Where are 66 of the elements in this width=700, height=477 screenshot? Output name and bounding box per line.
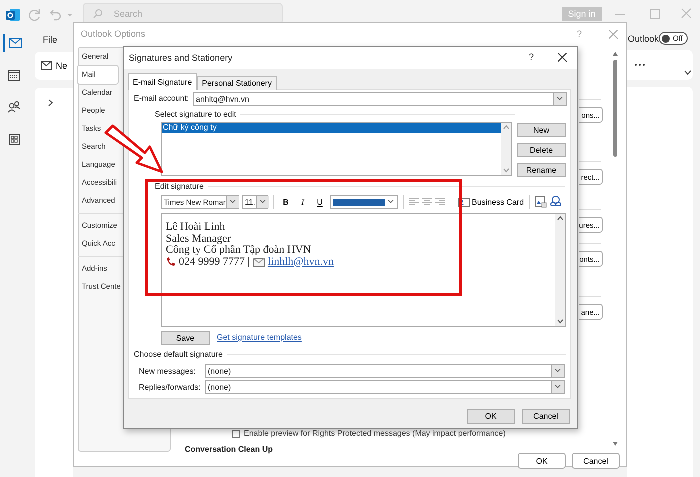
people-icon[interactable]: [8, 101, 20, 113]
scroll-up-icon[interactable]: [556, 216, 564, 221]
caret-icon: [556, 95, 564, 103]
toggle-label: Outlook: [628, 34, 660, 44]
size-dropdown[interactable]: 11.: [242, 195, 268, 209]
help-button[interactable]: ?: [529, 52, 534, 62]
option-label: Enable preview for Rights Protected messages (May impact performance): [244, 429, 506, 438]
field-label: E-mail account:: [134, 94, 190, 103]
email-link[interactable]: linhlh@hvn.vn: [268, 256, 334, 268]
account-dropdown[interactable]: anhltq@hvn.vn: [193, 92, 567, 106]
chevron-icon[interactable]: [48, 99, 54, 107]
mail-icon[interactable]: [8, 38, 22, 48]
outlook-logo-icon[interactable]: [5, 7, 21, 23]
list-button[interactable]: Delete: [517, 143, 566, 157]
hyperlink-icon[interactable]: [550, 196, 564, 208]
dialog-button[interactable]: Cancel: [572, 453, 620, 469]
templates-link[interactable]: Get signature templates: [217, 333, 302, 342]
scrollbar[interactable]: [555, 214, 565, 326]
nav-item[interactable]: [3, 34, 25, 52]
phone-number: 024 9999 7777 |: [179, 256, 250, 268]
list-button[interactable]: Rename: [517, 163, 566, 177]
chevron-down-icon[interactable]: [684, 70, 692, 76]
caret-icon: [258, 198, 267, 206]
signature-text: Sales Manager: [166, 234, 232, 245]
scroll-down-icon[interactable]: [556, 319, 564, 324]
new-mail-icon: [41, 61, 53, 71]
signature-editor[interactable]: Lê Hoài Linh Sales Manager Công ty Cổ phần Tập đoàn HVN 024 9999 7777 | linhlh@hvn.vn: [161, 213, 566, 327]
checkbox[interactable]: [232, 430, 240, 438]
close-icon[interactable]: [558, 53, 567, 62]
mail-icon: [252, 258, 265, 267]
font-color-picker[interactable]: [330, 195, 398, 209]
new-mail-button[interactable]: Ne: [35, 52, 73, 80]
tab[interactable]: Personal Stationery: [197, 76, 277, 90]
dialog-button[interactable]: OK: [467, 409, 515, 424]
group-label: Edit signature: [155, 182, 204, 191]
signature-item[interactable]: Chữ ký công ty: [162, 123, 501, 133]
field-label: Replies/forwards:: [139, 382, 202, 392]
save-button[interactable]: Save: [161, 331, 210, 345]
more-icon[interactable]: [634, 63, 646, 67]
dialog-button[interactable]: OK: [518, 453, 566, 469]
italic-button[interactable]: I: [296, 195, 310, 209]
bold-button[interactable]: B: [279, 195, 293, 209]
phone-icon: [166, 257, 176, 268]
dialog-button[interactable]: Cancel: [522, 409, 570, 424]
list-button[interactable]: New: [517, 123, 566, 137]
signature-text: Công ty Cổ phần Tập đoàn HVN: [166, 245, 312, 256]
group-label: Select signature to edit: [155, 110, 236, 119]
group-label: Choose default signature: [134, 350, 223, 359]
caret-icon: [228, 198, 237, 206]
signature-dropdown[interactable]: (none): [205, 364, 565, 378]
underline-button[interactable]: U: [313, 195, 327, 209]
business-card-button[interactable]: Business Card: [458, 198, 524, 206]
signature-dropdown[interactable]: (none): [205, 380, 565, 394]
calendar-icon[interactable]: [8, 70, 20, 80]
field-label: New messages:: [139, 366, 197, 376]
apps-icon[interactable]: [8, 134, 20, 144]
file-menu[interactable]: File: [43, 35, 58, 45]
signature-text: Lê Hoài Linh: [166, 222, 226, 234]
dialog-title: Signatures and Stationery: [129, 53, 233, 63]
picture-insert-icon[interactable]: [535, 196, 548, 208]
window-title: Outlook Options: [81, 29, 146, 39]
scrollbar[interactable]: [612, 51, 619, 447]
tab[interactable]: E-mail Signature: [128, 73, 198, 90]
caret-icon: [387, 198, 395, 206]
section-heading: Conversation Clean Up: [185, 445, 274, 454]
search-icon: [93, 9, 103, 19]
